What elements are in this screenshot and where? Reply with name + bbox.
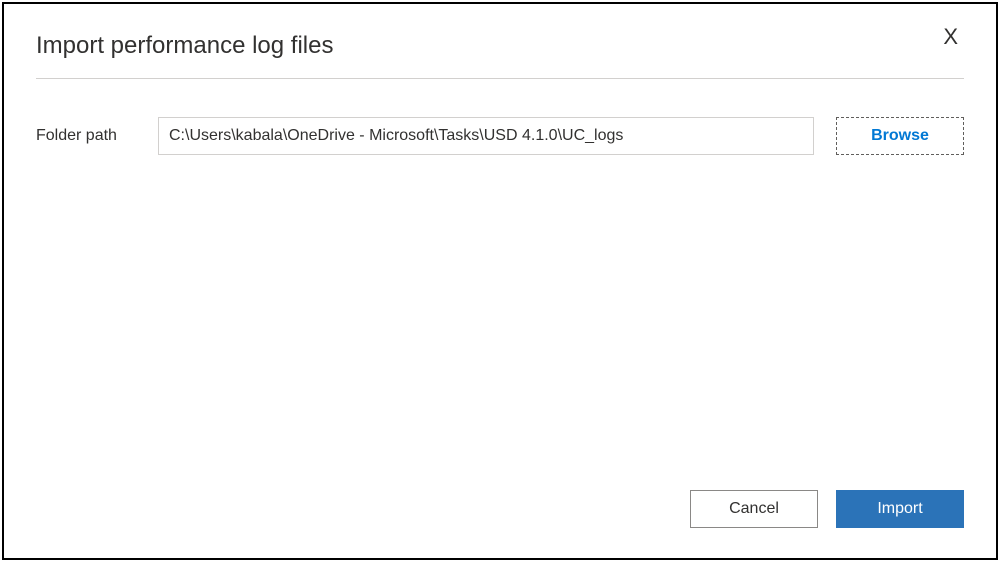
dialog-footer: Cancel Import xyxy=(690,490,964,528)
import-dialog: Import performance log files X Folder pa… xyxy=(2,2,998,560)
cancel-button[interactable]: Cancel xyxy=(690,490,818,528)
dialog-header: Import performance log files X xyxy=(4,4,996,60)
close-icon[interactable]: X xyxy=(937,24,964,50)
browse-button[interactable]: Browse xyxy=(836,117,964,155)
folder-path-label: Folder path xyxy=(36,127,136,145)
folder-path-input[interactable] xyxy=(158,117,814,155)
dialog-title: Import performance log files xyxy=(36,32,333,60)
import-button[interactable]: Import xyxy=(836,490,964,528)
folder-path-row: Folder path Browse xyxy=(4,79,996,155)
